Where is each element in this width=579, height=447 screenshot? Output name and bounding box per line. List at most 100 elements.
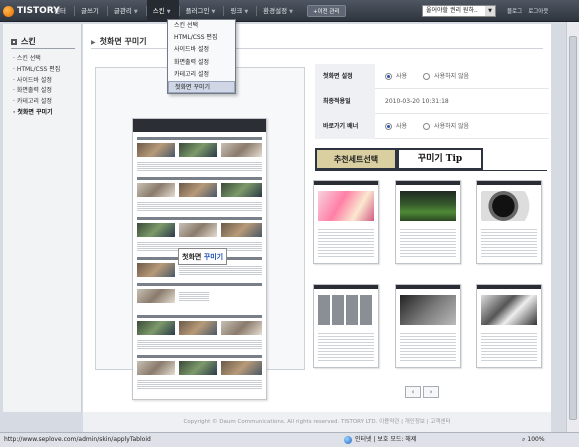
thumbnail-pager: ‹ › [405,386,439,398]
dropdown-item-display-settings[interactable]: 화면출력 설정 [168,57,235,69]
menu-item-post-manage[interactable]: 글관리 ▼ [108,0,146,22]
thumbnail-text [400,331,456,363]
preview-photo [221,361,262,375]
preview-photo [179,223,217,237]
preview-text [137,201,262,211]
setting-row-last-applied: 최종적용일 2010-03-20 10:31:18 [315,89,549,114]
previous-admin-button[interactable]: +이전 관리 [306,5,346,17]
sidebar-item-skin-select[interactable]: · 스킨 선택 [13,53,60,64]
radio-use[interactable]: 사용 [385,64,407,89]
preview-photo [137,143,175,157]
sidebar-title-label: 스킨 [21,37,36,46]
preview-text [137,161,262,171]
thumbnail-header [314,285,378,289]
thumbnail-image [481,295,537,325]
template-thumbnail[interactable] [313,284,379,368]
scrollbar-thumb[interactable] [569,36,577,420]
security-zone[interactable]: 인터넷 | 보호 모드: 해제 [344,433,416,447]
preview-label-highlight: 꾸미기 [203,253,224,261]
sidebar-item-label: 스킨 선택 [16,55,41,62]
thumbnail-text [481,331,537,363]
tab-recommend[interactable]: 추천세트선택 [315,148,397,170]
dropdown-item-sidebar-settings[interactable]: 사이드바 설정 [168,44,235,56]
radio-not-use[interactable]: 사용하지 않음 [423,114,469,139]
menu-item-write[interactable]: 글쓰기 [75,0,107,22]
setting-row-front-page: 첫화면 설정 사용 사용하지 않음 [315,64,549,89]
radio-label: 사용 [396,123,408,130]
setting-options: 사용 사용하지 않음 [385,114,485,139]
sidebar-item-html-css[interactable]: · HTML/CSS 편집 [13,64,60,75]
prev-page-button[interactable]: ‹ [405,386,421,398]
sidebar-title: 스킨 [11,36,36,47]
radio-not-use[interactable]: 사용하지 않음 [423,64,469,89]
thumbnail-image [400,295,456,325]
template-thumbnail[interactable] [476,284,542,368]
dropdown-item-skin-select[interactable]: 스킨 선택 [168,20,235,32]
preview-header [133,119,266,132]
radio-label: 사용하지 않음 [434,73,470,80]
arrow-right-icon: ▶ [91,39,96,46]
radio-button[interactable] [385,123,392,130]
thumbnail-text [400,227,456,259]
preview-strip [137,315,262,318]
radio-button[interactable] [423,123,431,130]
template-thumbnail[interactable] [395,180,461,264]
menu-label: 글관리 [113,7,132,15]
preview-photo [179,143,217,157]
sidebar-item-category-settings[interactable]: · 카테고리 설정 [13,96,60,107]
thumbnail-image [318,295,374,325]
dropdown-item-category-settings[interactable]: 카테고리 설정 [168,69,235,81]
preview-photo [137,321,175,335]
thumbnail-image [481,191,537,221]
preview-photo [221,223,262,237]
template-thumbnail[interactable] [395,284,461,368]
dropdown-item-front-page[interactable]: 첫화면 꾸미기 [168,80,235,94]
menu-item-center[interactable]: 센터 [48,0,74,22]
top-right-links: 블로그 로그아웃 [507,0,548,22]
chevron-down-icon: ▼ [244,9,249,15]
setting-options: 사용 사용하지 않음 [385,64,485,89]
tab-divider [315,170,547,171]
tab-tip[interactable]: 꾸미기 Tip [397,148,483,170]
chevron-down-icon: ▼ [485,6,495,16]
sidebar-divider [11,48,75,49]
setting-row-shortcut-banner: 바로가기 배너 사용 사용하지 않음 [315,114,549,139]
radio-label: 사용하지 않음 [434,123,470,130]
vertical-scrollbar[interactable] [566,22,579,432]
preview-text [179,291,209,301]
sidebar-item-sidebar-settings[interactable]: · 사이드바 설정 [13,75,60,86]
blog-select[interactable]: 울어야할 권리 원하.. ▼ [422,5,496,17]
top-navigation-bar: TISTORY 센터 글쓰기 글관리 ▼ 스킨 ▼ 플러그인 ▼ 링크 ▼ 환경설정 ▼ … [0,0,579,22]
preview-photo [221,321,262,335]
sidebar-item-front-page[interactable]: · 첫화면 꾸미기 [13,107,60,118]
menu-label: 플러그인 [185,7,210,15]
preview-photo [221,183,262,197]
radio-use[interactable]: 사용 [385,114,407,139]
preview-strip [137,283,262,286]
preview-text [179,265,262,275]
radio-button[interactable] [423,73,431,80]
thumbnail-image [318,191,374,221]
thumbnail-image [400,191,456,221]
next-page-button[interactable]: › [423,386,439,398]
sidebar-item-display-settings[interactable]: · 화면출력 설정 [13,85,60,96]
sidebar-item-label: 화면출력 설정 [16,87,52,95]
preview-photo [137,289,175,303]
logout-link[interactable]: 로그아웃 [528,7,548,15]
menu-label: 스킨 [152,7,165,15]
chevron-down-icon: ▼ [133,9,138,15]
zoom-control[interactable]: ⌕ 100% [522,433,545,447]
menu-label: 링크 [230,7,243,15]
browser-status-bar: http://www.seplove.com/admin/skin/applyT… [0,432,579,447]
dropdown-item-html-css[interactable]: HTML/CSS 편집 [168,32,235,44]
template-thumbnail[interactable] [476,180,542,264]
thumbnail-header [396,181,460,185]
chevron-down-icon: ▼ [289,9,293,15]
menu-item-settings[interactable]: 환경설정 ▼ [257,0,301,22]
radio-button[interactable] [385,73,392,80]
sidebar-item-label: 첫화면 꾸미기 [17,108,53,116]
menu-label: 환경설정 [263,7,288,15]
thumbnail-header [477,285,541,289]
template-thumbnail[interactable] [313,180,379,264]
blog-link[interactable]: 블로그 [507,7,522,15]
